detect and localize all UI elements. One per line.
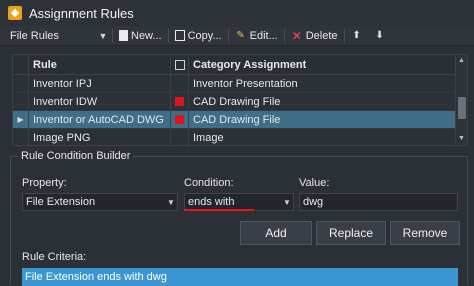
title-bar: Assignment Rules [0,0,474,26]
red-flag-icon [175,115,184,124]
condition-value: ends with [188,196,235,208]
property-dropdown[interactable]: File Extension ▼ [22,193,178,211]
table-row[interactable]: Image PNG Image [13,129,455,147]
copy-button[interactable]: Copy... [171,27,226,45]
column-header-rule[interactable]: Rule [29,55,171,74]
new-file-icon [119,30,128,41]
row-indicator [13,93,29,110]
toolbar-divider [112,28,113,43]
property-label: Property: [22,177,67,189]
chevron-down-icon[interactable]: ▼ [96,31,110,41]
column-header-category[interactable]: Category Assignment [189,55,455,74]
category-cell: Inventor Presentation [193,77,298,90]
category-cell: CAD Drawing File [193,95,281,108]
category-cell: CAD Drawing File [193,113,281,126]
scroll-down-icon[interactable]: ▼ [456,133,467,145]
group-title: Rule Condition Builder [18,150,134,162]
app-logo-icon [8,6,22,20]
toolbar-divider [283,28,285,43]
row-indicator [13,129,29,147]
red-underline-annotation [184,209,254,211]
current-row-arrow-icon: ▶ [13,111,29,128]
toolbar-divider [167,28,169,43]
toolbar: File Rules ▼ New... Copy... ✎ Edit... ✕ … [0,26,474,46]
flag-cell [171,75,189,92]
arrow-down-icon: ⬇ [375,30,384,41]
delete-button[interactable]: ✕ Delete [287,27,342,45]
rule-condition-builder [10,156,468,284]
rule-cell: Inventor IPJ [29,75,171,92]
grid-header: Rule Category Assignment [13,55,455,75]
rule-type-selector[interactable]: File Rules [10,30,96,42]
grid-scrollbar[interactable]: ▲ ▼ [455,55,467,145]
chevron-down-icon[interactable]: ▼ [165,198,177,207]
column-header-flag[interactable] [171,55,189,74]
value-label: Value: [299,177,330,189]
rule-cell: Inventor or AutoCAD DWG [29,111,171,128]
value-text: dwg [303,196,324,208]
red-flag-icon [175,97,184,106]
condition-label: Condition: [184,177,234,189]
arrow-up-icon: ⬆ [352,30,361,41]
replace-button[interactable]: Replace [316,221,386,245]
rule-criteria-label: Rule Criteria: [22,251,87,263]
copy-button-label: Copy... [187,29,222,42]
table-row-selected[interactable]: ▶ Inventor or AutoCAD DWG CAD Drawing Fi… [13,111,455,129]
flag-cell [171,129,189,147]
window-title: Assignment Rules [29,5,134,21]
scroll-up-icon[interactable]: ▲ [456,55,467,67]
row-indicator [13,75,29,92]
checkbox-icon [174,59,185,70]
edit-button[interactable]: ✎ Edit... [231,27,282,45]
toolbar-divider [343,28,345,43]
move-down-button[interactable]: ⬇ [370,27,393,45]
edit-icon: ✎ [236,30,245,41]
delete-icon: ✕ [291,28,302,43]
copy-icon [174,30,185,41]
flag-cell [171,111,189,128]
add-button[interactable]: Add [240,221,312,245]
new-button[interactable]: New... [115,27,166,45]
table-row[interactable]: Inventor IPJ Inventor Presentation [13,75,455,93]
chevron-down-icon[interactable]: ▼ [281,198,293,207]
toolbar-divider [227,28,229,43]
rule-cell: Inventor IDW [29,93,171,110]
category-cell: Image [193,132,224,144]
move-up-button[interactable]: ⬆ [347,27,370,45]
value-input[interactable]: dwg [299,193,458,211]
new-button-label: New... [131,29,162,42]
rule-cell: Image PNG [29,129,171,147]
remove-button[interactable]: Remove [390,221,460,245]
delete-button-label: Delete [305,29,338,42]
row-indicator-header [13,55,29,74]
rules-grid: Rule Category Assignment Inventor IPJ In… [12,54,468,147]
rule-criteria-item[interactable]: File Extension ends with dwg [22,268,458,286]
property-value: File Extension [26,196,96,208]
edit-button-label: Edit... [249,29,278,42]
table-row[interactable]: Inventor IDW CAD Drawing File [13,93,455,111]
flag-cell [171,93,189,110]
scrollbar-thumb[interactable] [458,97,466,119]
